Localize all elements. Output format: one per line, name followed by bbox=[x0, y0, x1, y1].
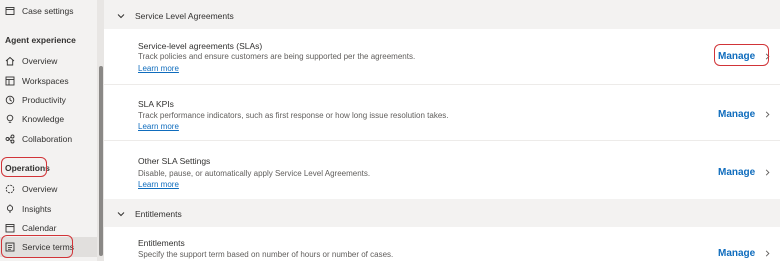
chevron-right-icon bbox=[763, 249, 772, 258]
sla-section-header[interactable]: Service Level Agreements bbox=[104, 2, 780, 29]
sla-row: Service-level agreements (SLAs) Track po… bbox=[104, 29, 780, 84]
sidebar-item-agent-overview[interactable]: Overview bbox=[0, 52, 57, 70]
manage-highlight bbox=[714, 44, 769, 66]
manage-label: Manage bbox=[718, 109, 756, 120]
chevron-down-icon bbox=[116, 11, 126, 21]
sidebar-item-label: Case settings bbox=[22, 6, 74, 16]
chevron-right-icon bbox=[763, 168, 772, 177]
chevron-right-icon bbox=[763, 110, 772, 119]
sidebar: Case settings Agent experience Overview … bbox=[0, 0, 104, 261]
sidebar-scrollbar-thumb[interactable] bbox=[99, 66, 103, 256]
sidebar-item-operations-overview[interactable]: Overview bbox=[0, 180, 57, 198]
manage-button[interactable]: Manage bbox=[718, 109, 772, 120]
row-title: SLA KPIs bbox=[138, 99, 174, 109]
section-title: Service Level Agreements bbox=[135, 10, 234, 21]
main-content: Service Level Agreements Service-level a… bbox=[104, 0, 780, 261]
row-description: Track performance indicators, such as fi… bbox=[138, 111, 449, 120]
overview-icon bbox=[5, 184, 15, 194]
sidebar-item-label: Productivity bbox=[22, 95, 66, 105]
sidebar-item-knowledge[interactable]: Knowledge bbox=[0, 110, 64, 128]
entitlements-row: Entitlements Specify the support term ba… bbox=[104, 227, 780, 261]
manage-button[interactable]: Manage bbox=[718, 248, 772, 259]
row-description: Track policies and ensure customers are … bbox=[138, 52, 416, 61]
sidebar-item-label: Insights bbox=[22, 204, 52, 214]
sidebar-item-label: Workspaces bbox=[22, 76, 69, 86]
sidebar-item-label: Overview bbox=[22, 56, 58, 66]
sidebar-item-collaboration[interactable]: Collaboration bbox=[0, 130, 72, 148]
row-description: Specify the support term based on number… bbox=[138, 250, 394, 259]
sla-kpis-row: SLA KPIs Track performance indicators, s… bbox=[104, 85, 780, 140]
sidebar-item-workspaces[interactable]: Workspaces bbox=[0, 72, 69, 90]
sidebar-item-label: Knowledge bbox=[22, 114, 65, 124]
productivity-icon bbox=[5, 95, 15, 105]
entitlements-section-header[interactable]: Entitlements bbox=[104, 200, 780, 227]
row-title: Other SLA Settings bbox=[138, 156, 211, 166]
sidebar-item-case-settings[interactable]: Case settings bbox=[0, 2, 74, 20]
row-title: Service-level agreements (SLAs) bbox=[138, 41, 263, 51]
other-sla-settings-row: Other SLA Settings Disable, pause, or au… bbox=[104, 141, 780, 199]
case-settings-icon bbox=[5, 6, 15, 16]
sidebar-item-insights[interactable]: Insights bbox=[0, 200, 51, 218]
home-icon bbox=[5, 56, 15, 66]
collaboration-icon bbox=[5, 134, 15, 144]
sidebar-item-label: Calendar bbox=[22, 223, 57, 233]
manage-label: Manage bbox=[718, 248, 756, 259]
row-title: Entitlements bbox=[138, 238, 185, 248]
learn-more-link[interactable]: Learn more bbox=[138, 122, 179, 131]
manage-label: Manage bbox=[718, 167, 756, 178]
learn-more-link[interactable]: Learn more bbox=[138, 180, 179, 189]
sidebar-item-productivity[interactable]: Productivity bbox=[0, 91, 66, 109]
sidebar-item-label: Collaboration bbox=[22, 134, 73, 144]
learn-more-link[interactable]: Learn more bbox=[138, 64, 179, 73]
knowledge-icon bbox=[5, 114, 15, 124]
agent-experience-header: Agent experience bbox=[5, 35, 76, 45]
calendar-icon bbox=[5, 223, 15, 233]
operations-highlight bbox=[1, 157, 47, 177]
section-title: Entitlements bbox=[135, 208, 182, 219]
service-terms-highlight bbox=[1, 235, 73, 258]
insights-icon bbox=[5, 204, 15, 214]
workspaces-icon bbox=[5, 76, 15, 86]
row-description: Disable, pause, or automatically apply S… bbox=[138, 169, 371, 178]
chevron-down-icon bbox=[116, 209, 126, 219]
manage-button[interactable]: Manage bbox=[718, 167, 772, 178]
sidebar-item-label: Overview bbox=[22, 184, 58, 194]
